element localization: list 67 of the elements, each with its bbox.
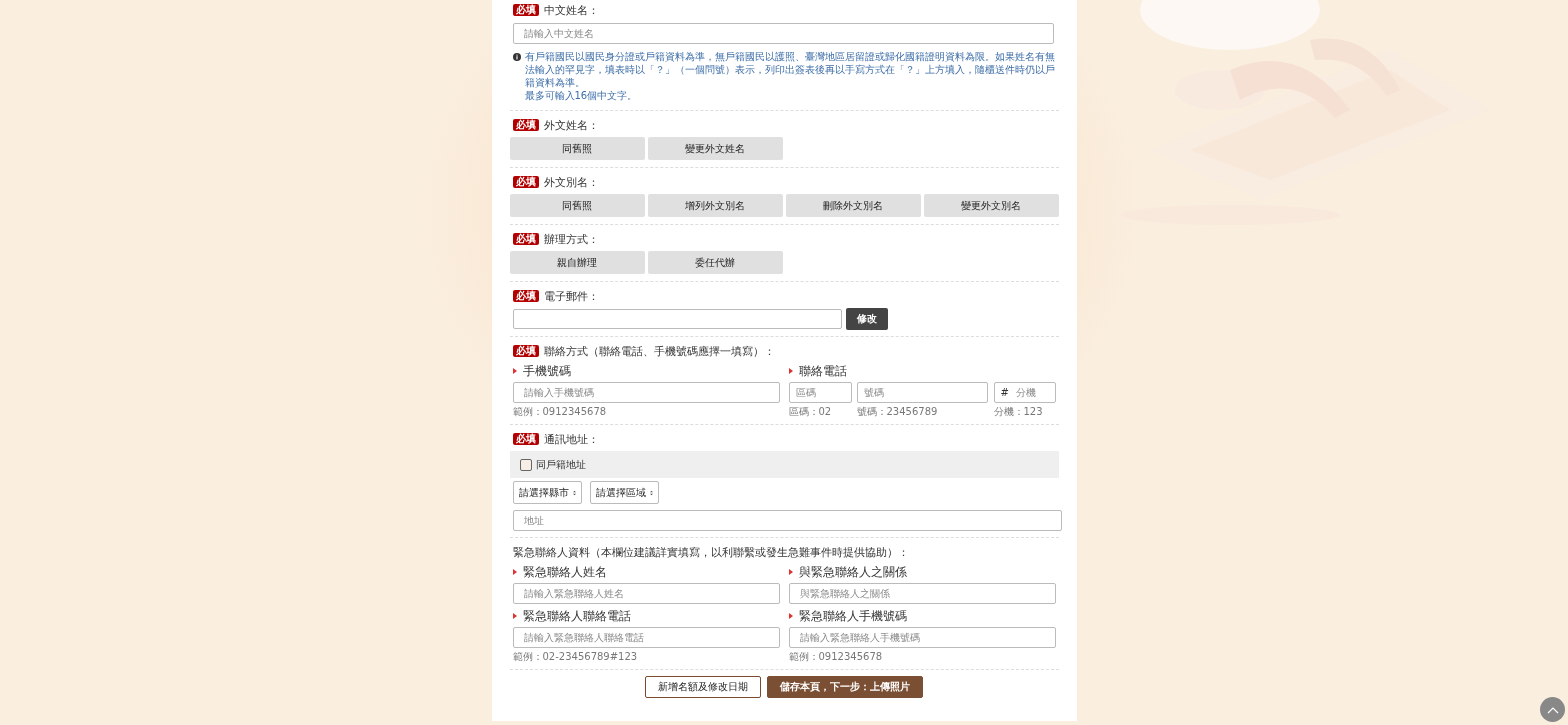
required-badge: 必填 <box>512 233 539 245</box>
bullet-icon <box>788 368 793 374</box>
option-button[interactable]: 變更外文姓名 <box>647 137 783 160</box>
required-badge: 必填 <box>512 433 539 445</box>
required-badge: 必填 <box>512 176 539 188</box>
hint-text: 有戶籍國民以國民身分證或戶籍資料為準，無戶籍國民以護照、臺灣地區居留證或歸化國籍證明資料為限。如果姓名有無法輸入的罕見字，填表時以「？」（一個問號）表示，列印出簽表後再以手寫方式在「？」上方填入，隨櫃送件時仍以戶籍資料為準。 <box>524 50 1056 89</box>
dropdown[interactable]: 請選擇區域 <box>589 481 659 504</box>
field-title: 緊急聯絡人姓名 <box>522 563 607 581</box>
name-input[interactable]: 請輸入中文姓名 <box>512 23 1054 44</box>
email-input[interactable] <box>512 309 842 329</box>
edit-button[interactable]: 修改 <box>845 308 888 330</box>
bullet-icon <box>512 368 517 374</box>
option-button[interactable]: 刪除外文別名 <box>785 194 921 217</box>
field-label: 緊急聯絡人資料（本欄位建議詳實填寫，以利聯繫或發生急難事件時提供協助）： <box>512 544 909 560</box>
option-button[interactable]: 同舊照 <box>509 194 645 217</box>
extension-field[interactable]: # 分機 <box>993 382 1056 403</box>
required-badge: 必填 <box>512 4 539 16</box>
required-badge: 必填 <box>512 119 539 131</box>
field-title: 聯絡電話 <box>798 362 847 380</box>
field-label: 電子郵件： <box>543 288 599 304</box>
bullet-icon <box>788 569 793 575</box>
example-text: 分機：123 <box>993 406 1044 418</box>
field-label: 外文別名： <box>543 174 599 190</box>
info-icon <box>512 53 521 61</box>
next-step-button[interactable]: 儲存本頁，下一步：上傳照片 <box>767 676 923 698</box>
scroll-top-button[interactable] <box>1540 697 1565 722</box>
add-button[interactable]: 新增名額及修改日期 <box>645 676 761 698</box>
option-button[interactable]: 親自辦理 <box>509 251 645 274</box>
field-label: 聯絡方式（聯絡電話、手機號碼應擇一填寫）： <box>543 343 775 359</box>
option-button[interactable]: 變更外文別名 <box>923 194 1059 217</box>
dropdown[interactable]: 請選擇縣市 <box>512 481 582 504</box>
required-badge: 必填 <box>512 345 539 357</box>
sort-arrows-icon <box>649 489 653 496</box>
text-input[interactable]: 請輸入緊急聯絡人聯絡電話 <box>512 627 780 648</box>
text-input[interactable]: 請輸入緊急聯絡人手機號碼 <box>788 627 1056 648</box>
field-title: 手機號碼 <box>522 362 571 380</box>
extension-input[interactable]: 分機 <box>1012 387 1052 398</box>
phone-input[interactable]: 區碼 <box>788 382 852 403</box>
example-text: 範例：02-23456789#123 <box>512 651 639 663</box>
hint-text: 最多可輸入16個中文字。 <box>524 89 638 102</box>
sort-arrows-icon <box>572 489 576 496</box>
chevron-up-icon <box>1546 705 1559 714</box>
field-label: 辦理方式： <box>543 231 599 247</box>
bullet-icon <box>788 613 793 619</box>
option-button[interactable]: 增列外文別名 <box>647 194 783 217</box>
checkbox[interactable] <box>519 458 532 471</box>
field-label: 外文姓名： <box>543 117 599 133</box>
phone-input[interactable]: 號碼 <box>856 382 988 403</box>
field-title: 與緊急聯絡人之關係 <box>798 563 907 581</box>
required-badge: 必填 <box>512 290 539 302</box>
field-title: 緊急聯絡人聯絡電話 <box>522 607 631 625</box>
field-title: 緊急聯絡人手機號碼 <box>798 607 907 625</box>
address-input[interactable]: 地址 <box>512 510 1062 531</box>
example-text: 區碼：02 <box>788 406 833 418</box>
option-button[interactable]: 同舊照 <box>509 137 645 160</box>
option-button[interactable]: 委任代辦 <box>647 251 783 274</box>
text-input[interactable]: 請輸入緊急聯絡人姓名 <box>512 583 780 604</box>
text-input[interactable]: 與緊急聯絡人之關係 <box>788 583 1056 604</box>
field-label: 通訊地址： <box>543 431 599 447</box>
example-text: 範例：0912345678 <box>788 651 884 663</box>
mobile-input[interactable]: 請輸入手機號碼 <box>512 382 780 403</box>
example-text: 號碼：23456789 <box>856 406 939 418</box>
example-text: 範例：0912345678 <box>512 406 608 418</box>
bullet-icon <box>512 569 517 575</box>
bullet-icon <box>512 613 517 619</box>
field-label: 中文姓名： <box>543 2 599 18</box>
checkbox-label: 同戶籍地址 <box>535 457 586 472</box>
